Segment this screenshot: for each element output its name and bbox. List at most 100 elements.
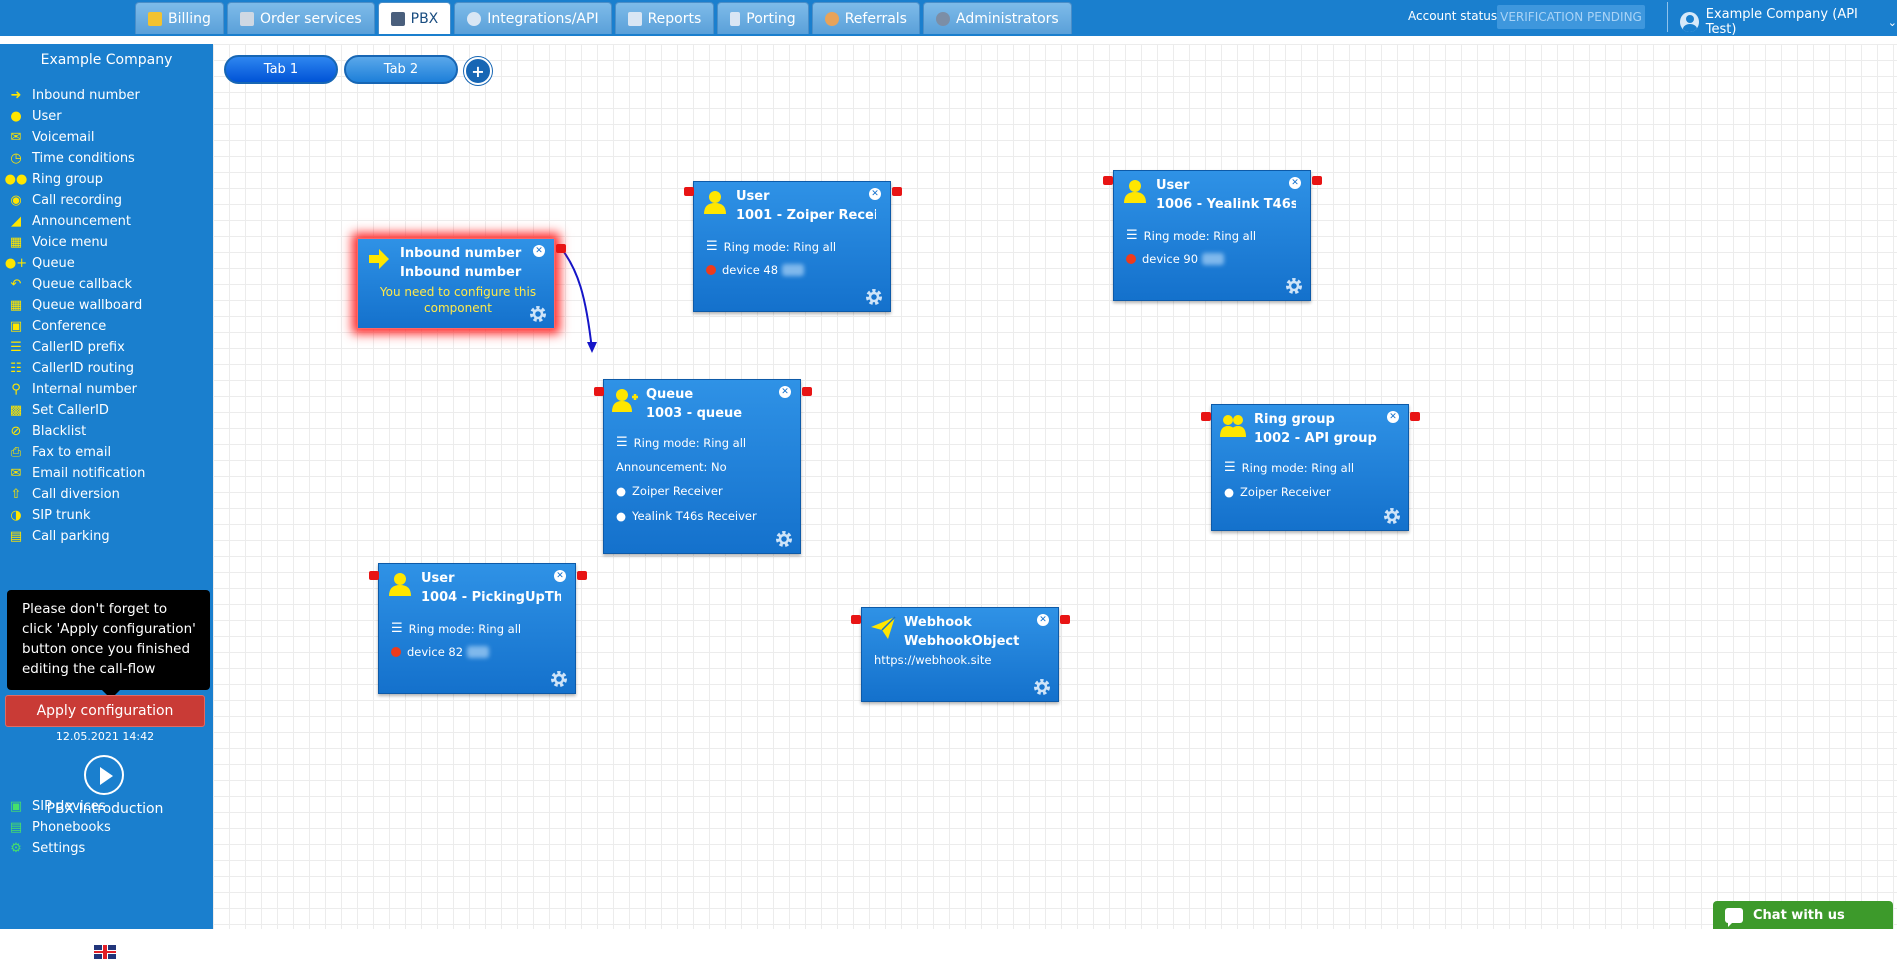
tab-porting[interactable]: Porting <box>717 2 809 34</box>
sync-icon <box>467 11 482 26</box>
ring-mode: ☰ Ring mode: Ring all <box>706 239 837 254</box>
admin-icon <box>935 11 950 26</box>
node-user-1006[interactable]: User1006 - Yealink T46s ... ✕ ☰Ring mode… <box>1113 170 1311 301</box>
node-inbound-number[interactable]: Inbound number Inbound number ✕ You need … <box>357 238 555 329</box>
close-icon[interactable]: ✕ <box>1037 614 1049 626</box>
flow-connection-arrow <box>560 247 597 353</box>
close-icon[interactable]: ✕ <box>869 188 881 200</box>
output-connector[interactable] <box>1312 176 1322 185</box>
input-connector[interactable] <box>594 387 604 396</box>
company-name: Example Company (API Test) <box>1705 7 1858 37</box>
arrow-right-icon: ➜ <box>10 88 22 103</box>
close-icon[interactable]: ✕ <box>533 245 545 257</box>
component-label: Ring group <box>32 172 104 187</box>
redacted-digits <box>782 264 805 276</box>
input-connector[interactable] <box>1103 176 1113 185</box>
account-status-badge[interactable]: VERIFICATION PENDING <box>1497 5 1645 29</box>
output-connector[interactable] <box>556 244 566 253</box>
uk-flag-icon[interactable] <box>94 945 116 959</box>
output-connector[interactable] <box>577 571 587 580</box>
input-connector[interactable] <box>684 187 694 196</box>
billing-icon <box>148 11 162 26</box>
top-navigation-bar: Billing Order services PBX Integrations/… <box>0 0 1897 37</box>
announcement-line: Announcement: No <box>616 460 727 474</box>
component-callerid-prefix[interactable]: ☰ CallerID prefix <box>8 337 145 358</box>
component-voice-menu[interactable]: ▦ Voice menu <box>8 232 145 253</box>
component-callerid-routing[interactable]: ☷ CallerID routing <box>8 358 145 379</box>
component-time-conditions[interactable]: ◷ Time conditions <box>8 148 145 169</box>
component-conference[interactable]: ▣ Conference <box>8 316 145 337</box>
node-title: Ring group 1002 - API group <box>1254 412 1377 446</box>
call-flow-canvas[interactable]: Tab 1 Tab 2 + Inbound number Inbound numb… <box>213 44 1897 929</box>
play-icon[interactable] <box>84 755 124 795</box>
close-icon[interactable]: ✕ <box>1387 411 1399 423</box>
tab-integrations-api[interactable]: Integrations/API <box>454 2 612 34</box>
phonebooks-link[interactable]: ▤ Phonebooks <box>8 817 111 838</box>
gear-icon[interactable] <box>528 304 548 324</box>
node-user-1004[interactable]: User1004 - PickingUpTh... ✕ ☰Ring mode: … <box>378 563 576 694</box>
close-icon[interactable]: ✕ <box>554 570 566 582</box>
component-ring-group[interactable]: ●● Ring group <box>5 169 145 190</box>
component-blacklist[interactable]: ⊘ Blacklist <box>8 421 145 442</box>
component-set-callerid[interactable]: ▩ Set CallerID <box>8 400 145 421</box>
input-connector[interactable] <box>851 615 861 624</box>
sip-devices-link[interactable]: ▣ SIP devices <box>8 796 111 817</box>
output-connector[interactable] <box>892 187 902 196</box>
node-queue-1003[interactable]: Queue 1003 - queue ✕ ☰ Ring mode: Ring all… <box>603 379 801 554</box>
chat-with-us-button[interactable]: Chat with us <box>1713 901 1893 929</box>
gear-icon[interactable] <box>864 287 884 307</box>
node-ring-group-1002[interactable]: Ring group 1002 - API group ✕ ☰ Ring mode:… <box>1211 404 1409 531</box>
apply-configuration-button[interactable]: Apply configuration <box>5 695 205 727</box>
gear-icon[interactable] <box>1284 276 1304 296</box>
component-call-parking[interactable]: ▤ Call parking <box>8 526 145 547</box>
tab-pbx[interactable]: PBX <box>377 2 452 34</box>
component-call-diversion[interactable]: ⇧ Call diversion <box>8 484 145 505</box>
tab-administrators[interactable]: Administrators <box>922 2 1072 34</box>
tab-label: Integrations/API <box>487 10 599 27</box>
node-webhook[interactable]: Webhook WebhookObject ✕ https://webhook.s… <box>861 607 1059 702</box>
gear-icon[interactable] <box>774 529 794 549</box>
monitor-icon: ▣ <box>9 799 23 814</box>
settings-link[interactable]: ⚙ Settings <box>8 838 111 859</box>
node-user-1001[interactable]: User1001 - Zoiper Receiver ✕ ☰Ring mode:… <box>693 181 891 312</box>
component-call-recording[interactable]: ◉ Call recording <box>8 190 145 211</box>
user-plus-icon <box>612 389 638 412</box>
add-tab-button[interactable]: + <box>464 57 492 85</box>
tab-order-services[interactable]: Order services <box>226 2 375 34</box>
component-sip-trunk[interactable]: ◑ SIP trunk <box>8 505 145 526</box>
gear-icon[interactable] <box>1032 677 1052 697</box>
parking-cart-icon: ▤ <box>9 529 23 544</box>
gear-icon[interactable] <box>549 669 569 689</box>
input-connector[interactable] <box>369 571 379 580</box>
company-menu[interactable]: Example Company (API Test) ⌄ <box>1680 7 1897 37</box>
component-voicemail[interactable]: ✉ Voicemail <box>8 127 145 148</box>
component-user[interactable]: ● User <box>8 106 145 127</box>
output-connector[interactable] <box>1060 615 1070 624</box>
map-pin-icon: ⚲ <box>11 382 21 397</box>
component-email-notification[interactable]: ✉ Email notification <box>8 463 146 484</box>
tab-billing[interactable]: Billing <box>135 2 224 34</box>
canvas-tab-2[interactable]: Tab 2 <box>344 55 458 84</box>
component-label: CallerID routing <box>32 361 135 376</box>
input-connector[interactable] <box>1201 412 1211 421</box>
close-icon[interactable]: ✕ <box>1289 177 1301 189</box>
output-connector[interactable] <box>802 387 812 396</box>
component-fax-to-email[interactable]: ⎙ Fax to email <box>8 442 145 463</box>
canvas-tab-1[interactable]: Tab 1 <box>224 55 338 84</box>
gear-icon[interactable] <box>1382 506 1402 526</box>
link-label: Phonebooks <box>32 820 111 835</box>
component-label: Set CallerID <box>32 403 109 418</box>
component-announcement[interactable]: ◢ Announcement <box>8 211 145 232</box>
tab-reports[interactable]: Reports <box>614 2 715 34</box>
component-queue-wallboard[interactable]: ▦ Queue wallboard <box>8 295 145 316</box>
component-queue-callback[interactable]: ↶ Queue callback <box>8 274 145 295</box>
list-icon: ☰ <box>10 340 22 355</box>
status-dot <box>391 647 401 657</box>
tab-referrals[interactable]: Referrals <box>811 2 920 34</box>
output-connector[interactable] <box>1410 412 1420 421</box>
component-inbound-number[interactable]: ➜ Inbound number <box>8 85 145 106</box>
ring-mode: ☰ Ring mode: Ring all <box>1126 228 1257 243</box>
close-icon[interactable]: ✕ <box>779 386 791 398</box>
component-queue[interactable]: ●+ Queue <box>5 253 145 274</box>
component-internal-number[interactable]: ⚲ Internal number <box>8 379 145 400</box>
